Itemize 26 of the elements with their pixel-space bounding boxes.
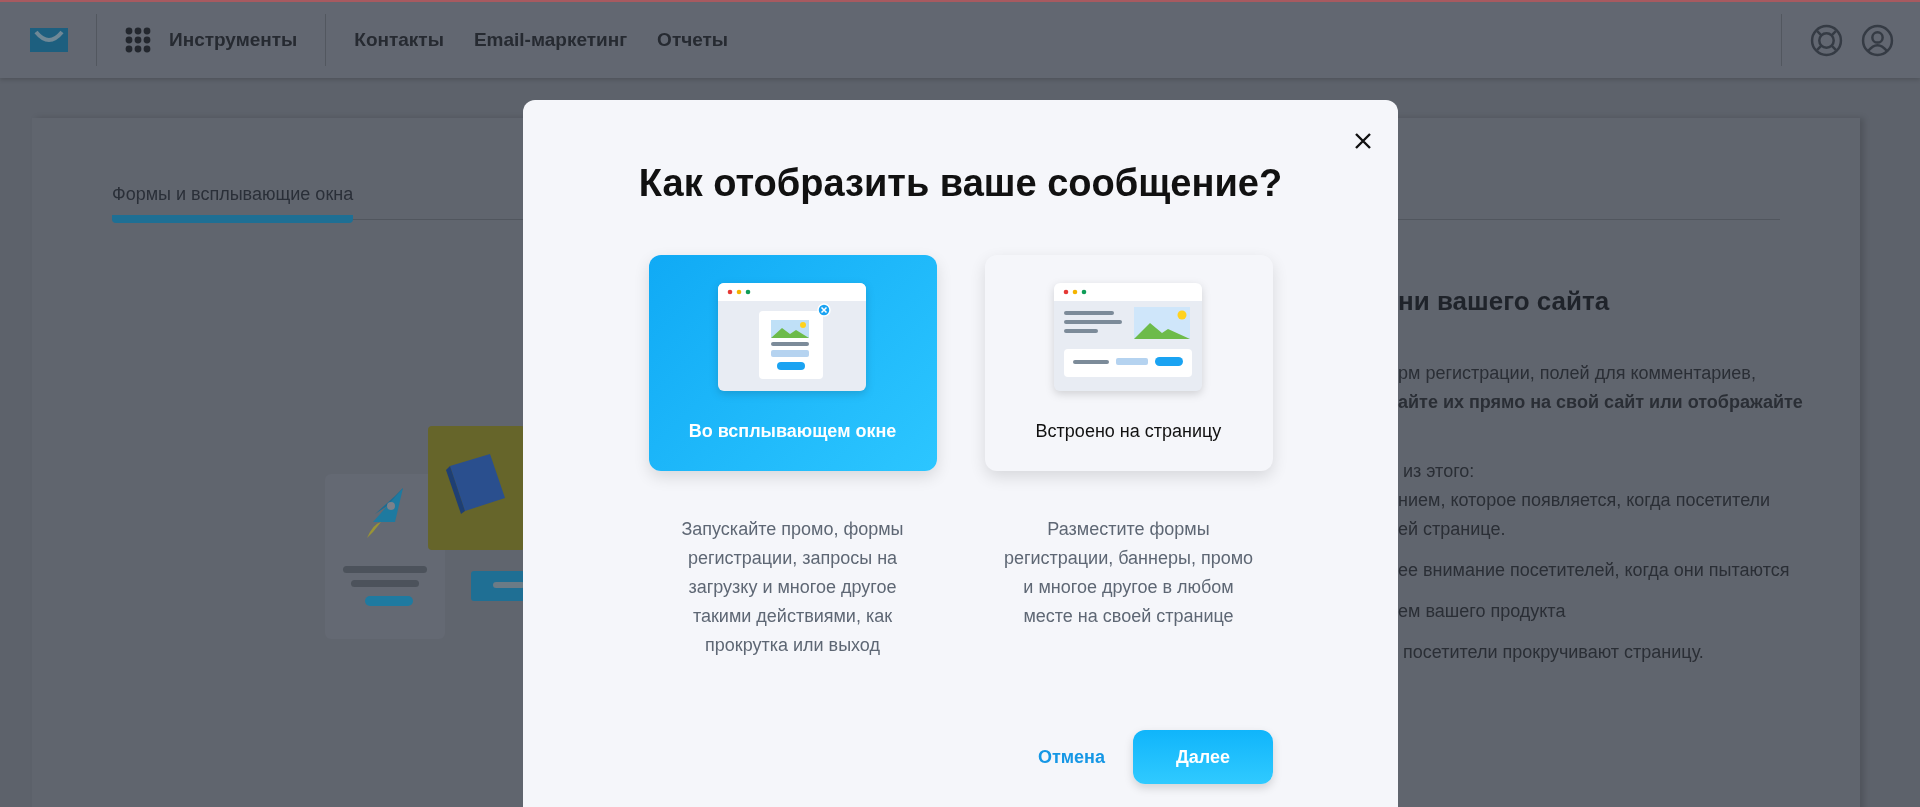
user-profile-icon[interactable]	[1861, 23, 1894, 57]
option-description: Разместите формы регистрации, баннеры, промо и многое другое в любом месте на своей странице	[1003, 518, 1254, 628]
help-lifebuoy-icon[interactable]	[1810, 23, 1843, 57]
option-card[interactable]: Встроено на страницу	[984, 255, 1273, 471]
tools-menu[interactable]: Инструменты	[169, 29, 298, 51]
body-text: ем вашего продукта	[1398, 600, 1567, 623]
popup-window-icon	[717, 283, 868, 393]
body-text: ей странице.	[1398, 518, 1507, 541]
body-text: нием, которое появляется, когда посетители	[1398, 489, 1772, 512]
body-text: ее внимание посетителей, когда они пытаются	[1398, 559, 1791, 582]
section-heading: ни вашего сайта	[1398, 286, 1611, 317]
nav-link[interactable]: Отчеты	[657, 29, 729, 51]
body-text: посетители прокручивают страницу.	[1402, 641, 1705, 664]
option-card[interactable]: Во всплывающем окне	[648, 255, 937, 471]
body-text: айте их прямо на свой сайт или отображайте	[1398, 391, 1803, 414]
nav-link[interactable]: Контакты	[354, 29, 444, 51]
nav-link[interactable]: Email-маркетинг	[473, 29, 628, 51]
next-button[interactable]: Далее	[1133, 730, 1273, 784]
dialog-title: Как отобразить ваше сообщение?	[637, 162, 1284, 205]
embedded-page-icon	[1053, 283, 1204, 393]
body-text: из этого:	[1402, 460, 1476, 483]
cancel-button[interactable]: Отмена	[1037, 746, 1105, 768]
envelope-logo-icon[interactable]	[30, 28, 68, 52]
body-text: рм регистрации, полей для комментариев,	[1398, 362, 1757, 385]
option-description: Запускайте промо, формы регистрации, запросы на загрузку и многое другое такими действиями, как прокрутка или выход	[680, 518, 905, 657]
apps-grid-icon[interactable]	[125, 27, 151, 53]
